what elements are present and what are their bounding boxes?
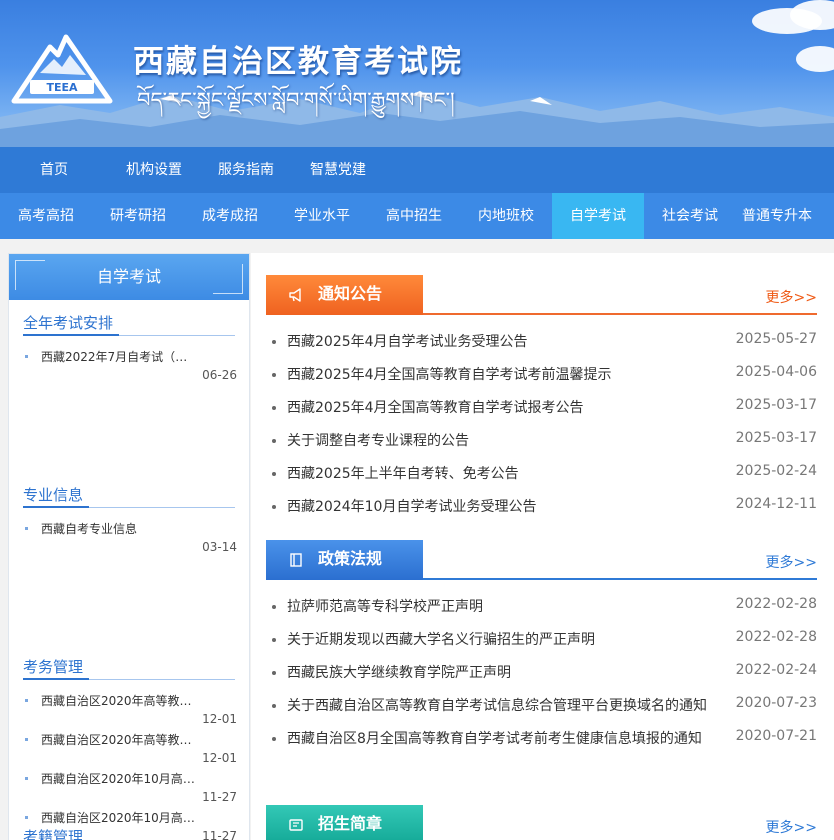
list-item[interactable]: 西藏自治区2020年10月高等… 11-27 — [25, 771, 237, 805]
bullet-icon — [25, 738, 28, 741]
panel-header: 政策法规 更多>> — [266, 540, 817, 580]
nav-inland-classes[interactable]: 内地班校 — [460, 193, 552, 239]
more-link-admissions[interactable]: 更多>> — [766, 817, 817, 837]
nav-service-guide[interactable]: 服务指南 — [200, 147, 292, 193]
bullet-icon — [25, 777, 28, 780]
policy-row[interactable]: 西藏民族大学继续教育学院严正声明 2022-02-24 — [266, 656, 817, 689]
section-title-exam-schedule[interactable]: 全年考试安排 — [23, 312, 235, 336]
brochure-icon — [289, 819, 303, 831]
nav-party-building[interactable]: 智慧党建 — [292, 147, 384, 193]
nav-academic-level[interactable]: 学业水平 — [276, 193, 368, 239]
svg-text:TEEA: TEEA — [46, 81, 78, 94]
nav-social-exam[interactable]: 社会考试 — [644, 193, 736, 239]
policy-row[interactable]: 关于近期发现以西藏大学名义行骗招生的严正声明 2022-02-28 — [266, 623, 817, 656]
megaphone-icon — [289, 288, 301, 302]
nav-gaokao[interactable]: 高考高招 — [0, 193, 92, 239]
admissions-panel: 招生简章 更多>> — [266, 805, 817, 840]
nav-adult-exam[interactable]: 成考成招 — [184, 193, 276, 239]
site-title: 西藏自治区教育考试院 — [133, 44, 463, 80]
notice-row[interactable]: 西藏2025年上半年自考转、免考公告 2025-02-24 — [266, 457, 817, 490]
header-banner: TEEA 西藏自治区教育考试院 བོད་རང་སྐྱོང་ལྗོངས་སློབ་… — [0, 0, 834, 147]
list-item[interactable]: 西藏自考专业信息 03-14 — [25, 521, 237, 555]
nav-upgrade-bachelor[interactable]: 普通专升本 — [736, 193, 818, 239]
bullet-icon — [25, 816, 28, 819]
nav-self-study-exam[interactable]: 自学考试 — [552, 193, 644, 239]
policy-row[interactable]: 关于西藏自治区高等教育自学考试信息综合管理平台更换域名的通知 2020-07-23 — [266, 689, 817, 722]
policy-row[interactable]: 西藏自治区8月全国高等教育自学考试考前考生健康信息填报的通知 2020-07-21 — [266, 722, 817, 755]
sidebar: 自学考试 全年考试安排 西藏2022年7月自考试（省… 06-26 专业信息 西… — [8, 253, 250, 840]
nav-graduate-exam[interactable]: 研考研招 — [92, 193, 184, 239]
more-link-notices[interactable]: 更多>> — [766, 287, 817, 307]
panel-tab-notices[interactable]: 通知公告 — [266, 275, 423, 315]
notice-row[interactable]: 关于调整自考专业课程的公告 2025-03-17 — [266, 424, 817, 457]
primary-nav: 首页 机构设置 服务指南 智慧党建 — [0, 147, 834, 193]
list-item[interactable]: 西藏自治区2020年高等教育… 12-01 — [25, 693, 237, 727]
sidebar-title: 自学考试 — [96, 267, 161, 286]
nav-organization[interactable]: 机构设置 — [108, 147, 200, 193]
document-icon — [290, 553, 302, 567]
panel-header: 招生简章 更多>> — [266, 805, 817, 840]
notices-panel: 通知公告 更多>> 西藏2025年4月自学考试业务受理公告 2025-05-27 … — [266, 275, 817, 515]
panel-header: 通知公告 更多>> — [266, 275, 817, 315]
notice-row[interactable]: 西藏2025年4月全国高等教育自学考试报考公告 2025-03-17 — [266, 391, 817, 424]
site-subtitle-tibetan: བོད་རང་སྐྱོང་ལྗོངས་སློབ་གསོ་ཡིག་རྒྱུགས་ཁ… — [137, 88, 455, 112]
notice-row[interactable]: 西藏2025年4月自学考试业务受理公告 2025-05-27 — [266, 325, 817, 358]
section-title-exam-affairs[interactable]: 考务管理 — [23, 656, 235, 680]
more-link-policies[interactable]: 更多>> — [766, 552, 817, 572]
sidebar-header: 自学考试 — [9, 254, 249, 300]
policy-row[interactable]: 拉萨师范高等专科学校严正声明 2022-02-28 — [266, 590, 817, 623]
list-item[interactable]: 西藏自治区2020年高等教育… 12-01 — [25, 732, 237, 766]
nav-high-school-admission[interactable]: 高中招生 — [368, 193, 460, 239]
main-content: 通知公告 更多>> 西藏2025年4月自学考试业务受理公告 2025-05-27 … — [251, 253, 834, 840]
cloud-decoration — [796, 46, 834, 72]
section-title-major-info[interactable]: 专业信息 — [23, 484, 235, 508]
bullet-icon — [25, 527, 28, 530]
teea-logo: TEEA — [11, 34, 113, 104]
panel-tab-admissions[interactable]: 招生简章 — [266, 805, 423, 840]
nav-home[interactable]: 首页 — [0, 147, 108, 193]
notice-row[interactable]: 西藏2025年4月全国高等教育自学考试考前温馨提示 2025-04-06 — [266, 358, 817, 391]
section-title-registry[interactable]: 考籍管理 — [23, 826, 235, 840]
notice-row[interactable]: 西藏2024年10月自学考试业务受理公告 2024-12-11 — [266, 490, 817, 523]
list-item[interactable]: 西藏2022年7月自考试（省… 06-26 — [25, 349, 237, 383]
panel-tab-policies[interactable]: 政策法规 — [266, 540, 423, 580]
bullet-icon — [25, 699, 28, 702]
secondary-nav: 高考高招 研考研招 成考成招 学业水平 高中招生 内地班校 自学考试 社会考试 … — [0, 193, 834, 239]
policies-panel: 政策法规 更多>> 拉萨师范高等专科学校严正声明 2022-02-28 关于近期发… — [266, 540, 817, 747]
bullet-icon — [25, 355, 28, 358]
